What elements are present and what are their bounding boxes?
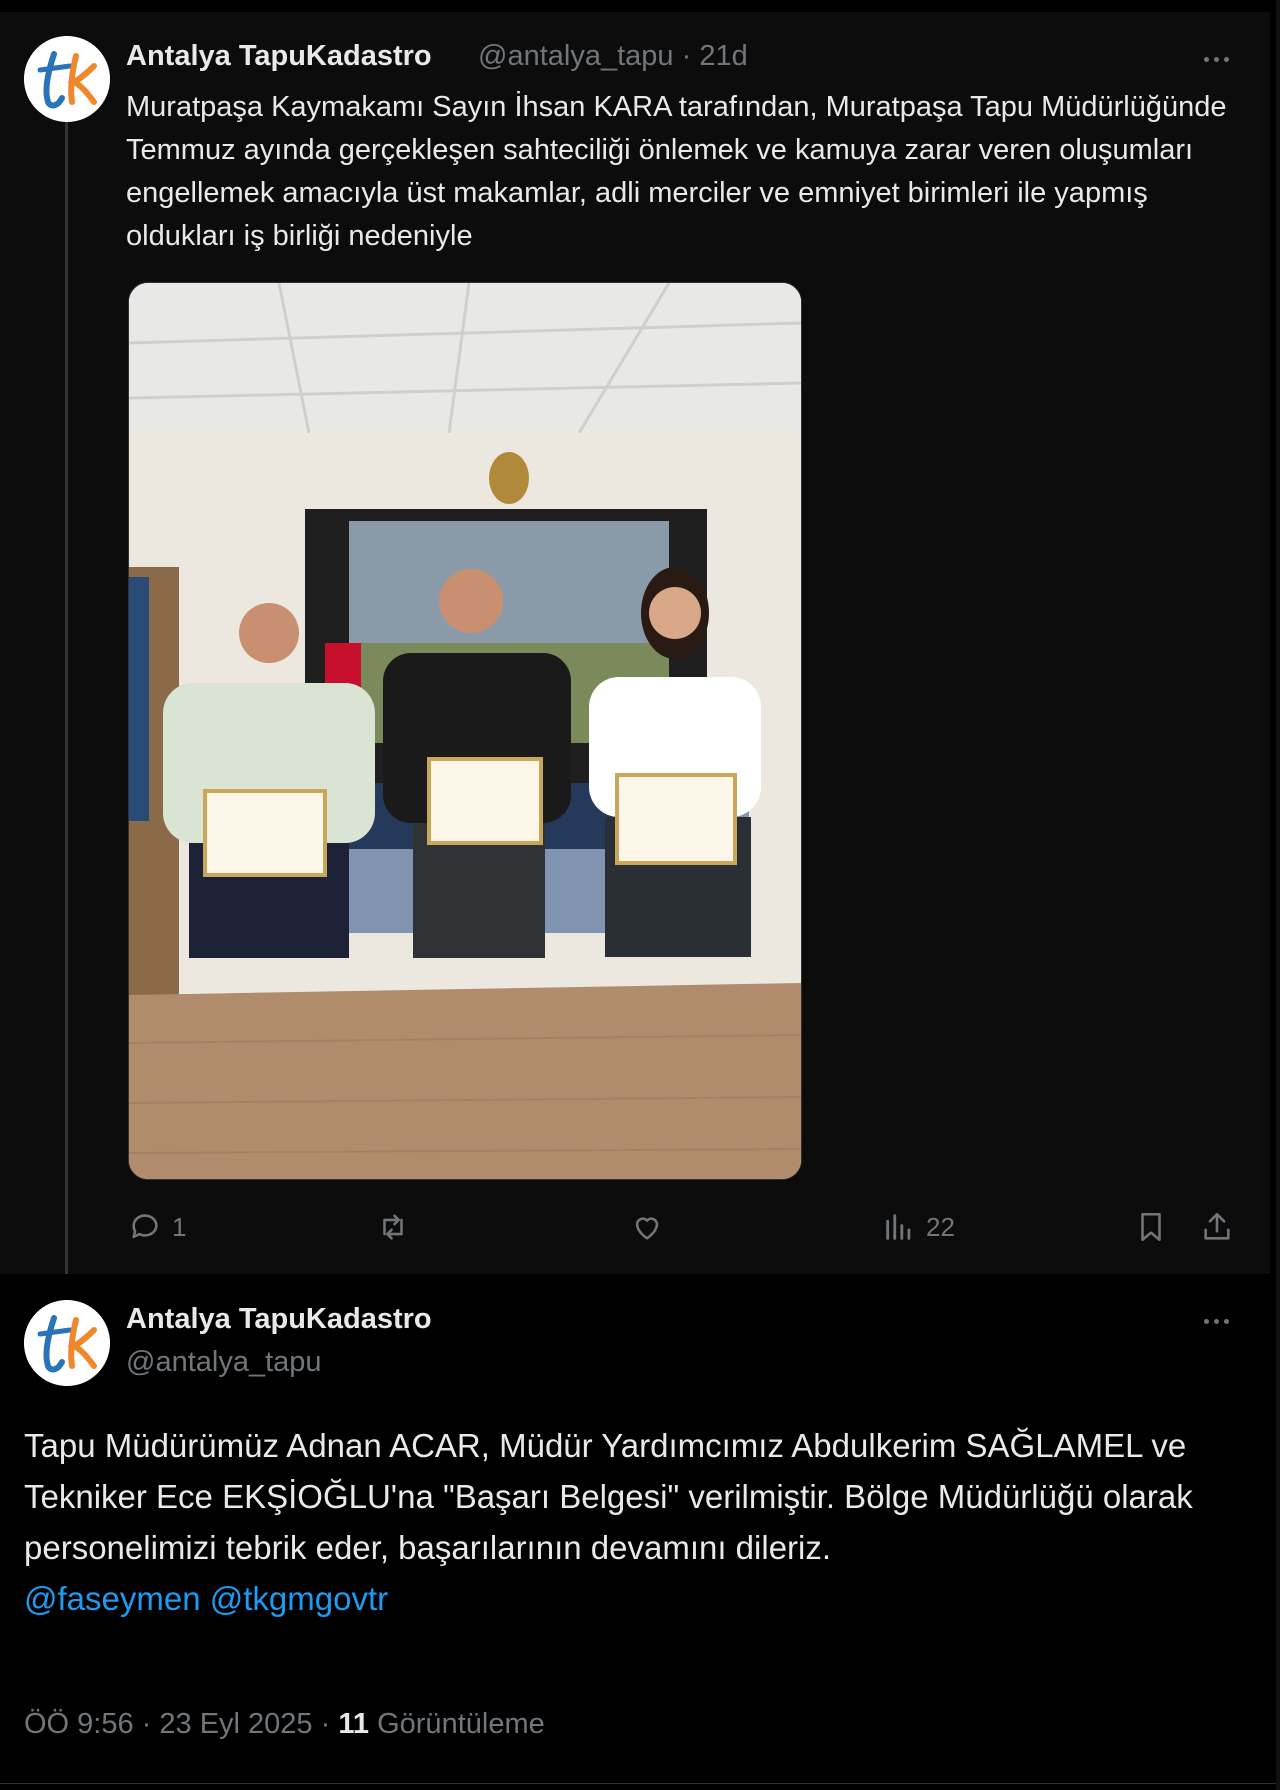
reply-icon [132, 1214, 158, 1239]
tweet-time[interactable]: 21d [699, 40, 747, 72]
handle-text[interactable]: @antalya_tapu [478, 40, 674, 72]
mention-link[interactable]: @faseymen [24, 1580, 201, 1617]
bookmark-icon [1141, 1212, 1161, 1242]
tweet-timestamp[interactable]: ÖÖ 9:56 · 23 Eyl 2025 [24, 1708, 313, 1740]
author-handle[interactable]: @antalya_tapu [126, 1346, 322, 1379]
author-handle[interactable]: @antalya_tapu · 21d [478, 40, 748, 73]
mention-link[interactable]: @tkgmgovtr [210, 1580, 388, 1617]
more-options-icon[interactable] [1196, 44, 1236, 74]
retweet-button[interactable] [376, 1210, 420, 1244]
tweet-text: Tapu Müdürümüz Adnan ACAR, Müdür Yardımc… [24, 1420, 1254, 1624]
tk-logo-icon [24, 1300, 110, 1386]
separator: · [681, 40, 692, 72]
divider [0, 1783, 1276, 1784]
thread-connector-line [65, 120, 68, 1290]
like-icon [635, 1217, 659, 1240]
scrollbar[interactable] [1276, 0, 1280, 1790]
reply-button[interactable]: 1 [128, 1210, 186, 1244]
tweet-photo[interactable] [128, 282, 802, 1180]
author-name[interactable]: Antalya TapuKadastro [126, 1303, 432, 1336]
share-button[interactable] [1200, 1210, 1234, 1244]
views-count: 11 [338, 1708, 370, 1740]
bookmark-button[interactable] [1134, 1210, 1168, 1244]
views-button[interactable]: 22 [882, 1210, 955, 1244]
views-label: Görüntüleme [377, 1708, 545, 1740]
reply-count: 1 [172, 1211, 187, 1242]
tweet-meta: ÖÖ 9:56 · 23 Eyl 2025 · 11 Görüntüleme [24, 1708, 545, 1741]
tk-logo-icon [24, 36, 110, 122]
like-button[interactable] [630, 1210, 674, 1244]
share-icon [1204, 1212, 1230, 1240]
tweet-text-content: Tapu Müdürümüz Adnan ACAR, Müdür Yardımc… [24, 1427, 1193, 1566]
separator: · [320, 1708, 331, 1740]
avatar[interactable] [24, 1300, 110, 1386]
tweet-text: Muratpaşa Kaymakamı Sayın İhsan KARA tar… [126, 91, 1227, 252]
author-name[interactable]: Antalya TapuKadastro [126, 40, 432, 73]
views-icon [886, 1214, 911, 1240]
views-count: 22 [926, 1211, 955, 1242]
mentions: @faseymen @tkgmgovtr [24, 1573, 1254, 1624]
more-options-icon[interactable] [1196, 1306, 1236, 1336]
photo-content [129, 283, 801, 1179]
retweet-icon [383, 1214, 403, 1240]
avatar[interactable] [24, 36, 110, 122]
